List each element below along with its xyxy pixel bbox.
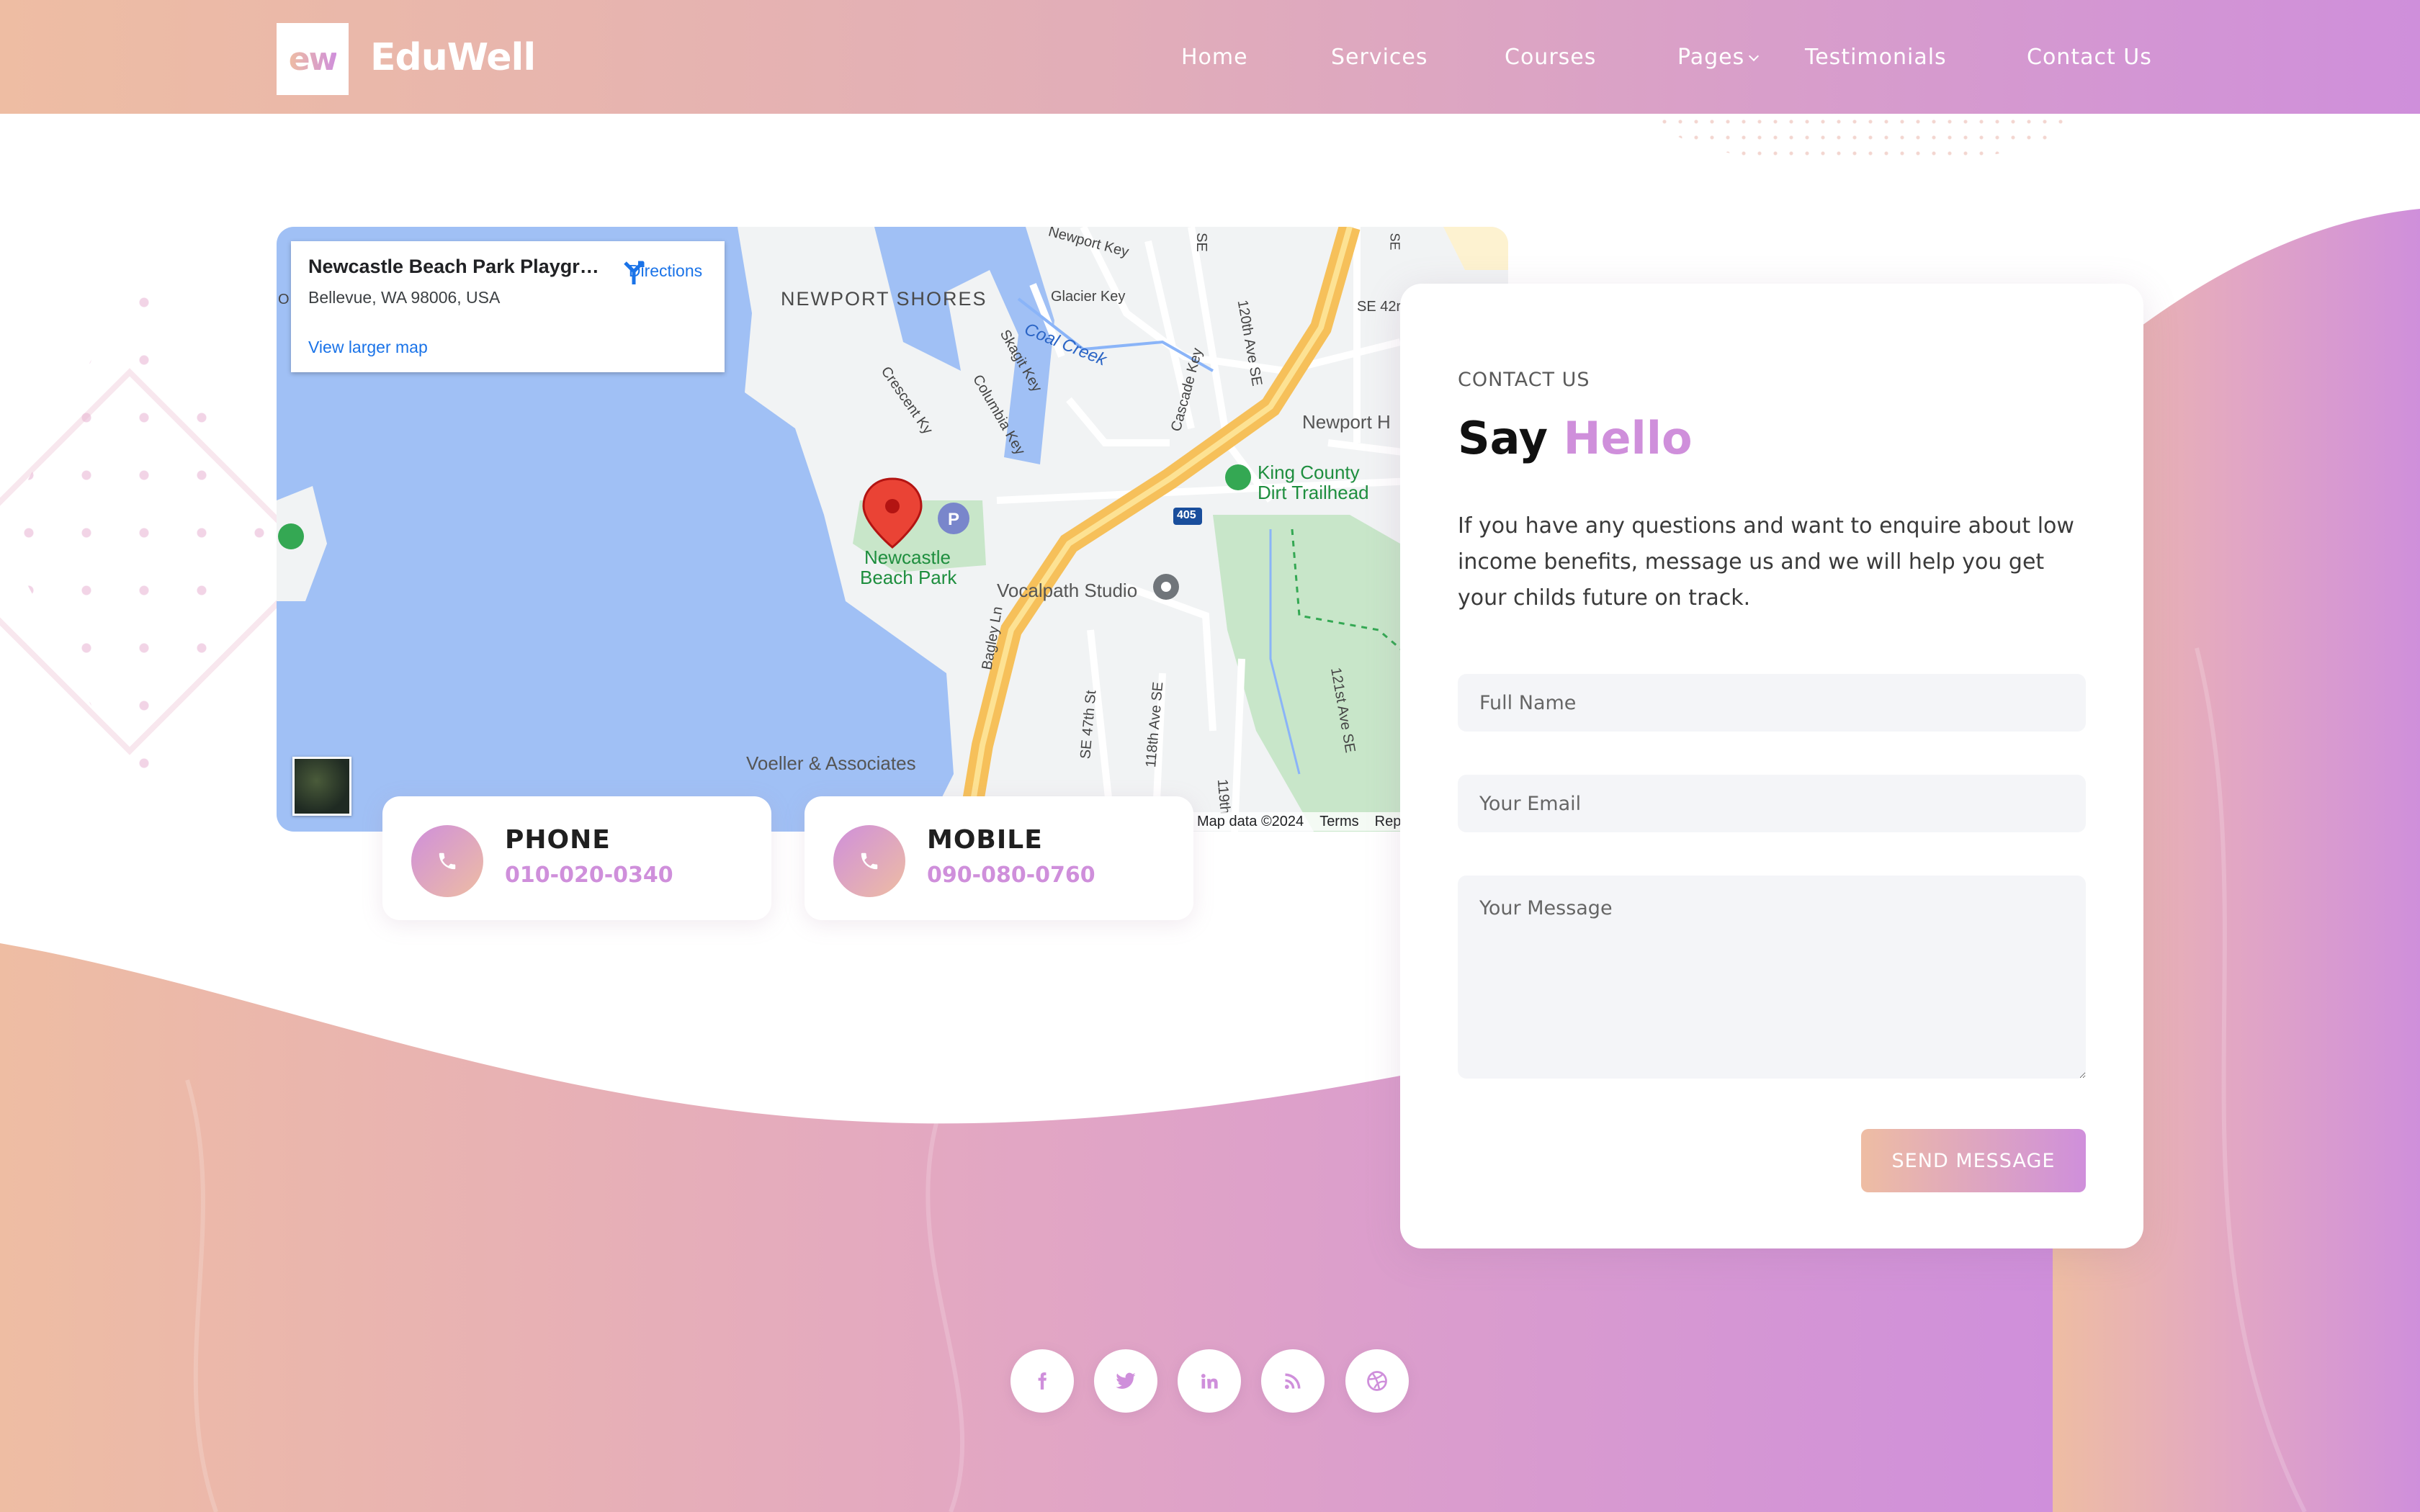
map-label-119th: 119th bbox=[1214, 778, 1233, 815]
contact-heading: Say Hello bbox=[1458, 412, 1693, 464]
map-label-glacier-key: Glacier Key bbox=[1051, 289, 1126, 305]
social-links bbox=[0, 1349, 2420, 1414]
nav-home[interactable]: Home bbox=[1181, 45, 1248, 70]
rss-icon[interactable] bbox=[1261, 1349, 1325, 1413]
mobile-title: MOBILE bbox=[927, 825, 1043, 855]
map-label-se-top: SE bbox=[1193, 233, 1209, 252]
phone-icon bbox=[411, 825, 483, 897]
map-place-card: Newcastle Beach Park Playgr… Bellevue, W… bbox=[291, 241, 725, 372]
satellite-toggle[interactable] bbox=[292, 757, 351, 816]
site-header: ew EduWell Home Services Courses Pages T… bbox=[0, 0, 2420, 114]
heading-plain: Say bbox=[1458, 412, 1548, 464]
nav-services[interactable]: Services bbox=[1331, 45, 1428, 70]
map-label-o-edge: O bbox=[278, 292, 290, 307]
full-name-input[interactable] bbox=[1458, 674, 2086, 732]
map-label-king-county: King County bbox=[1258, 462, 1360, 483]
map-label-se-edge: SE bbox=[1387, 233, 1402, 251]
chevron-down-icon bbox=[1749, 50, 1760, 62]
linkedin-icon[interactable] bbox=[1178, 1349, 1241, 1413]
dribbble-icon[interactable] bbox=[1345, 1349, 1409, 1413]
map-label-newcastle: Newcastle bbox=[864, 546, 951, 568]
svg-text:P: P bbox=[948, 510, 959, 529]
phone-icon bbox=[833, 825, 905, 897]
map-label-vocalpath-studio: Vocalpath Studio bbox=[997, 580, 1138, 601]
email-input[interactable] bbox=[1458, 775, 2086, 832]
map-label-dirt-trailhead: Dirt Trailhead bbox=[1258, 482, 1369, 503]
directions-icon bbox=[624, 261, 645, 284]
send-message-button[interactable]: SEND MESSAGE bbox=[1861, 1129, 2086, 1192]
heading-accent: Hello bbox=[1563, 412, 1693, 464]
phone-number[interactable]: 010-020-0340 bbox=[505, 863, 673, 888]
facebook-icon[interactable] bbox=[1010, 1349, 1074, 1413]
message-textarea[interactable] bbox=[1458, 876, 2086, 1079]
contact-eyebrow: CONTACT US bbox=[1458, 369, 1590, 391]
map-label-highway-405: 405 bbox=[1177, 509, 1196, 521]
map-label-beach-park: Beach Park bbox=[860, 567, 957, 588]
map-label-newport-shores: NEWPORT SHORES bbox=[781, 288, 987, 310]
main-nav: Home Services Courses Pages Testimonials… bbox=[0, 45, 2420, 73]
nav-testimonials[interactable]: Testimonials bbox=[1805, 45, 1947, 70]
view-larger-map-link[interactable]: View larger map bbox=[308, 338, 428, 357]
map-attribution: Map data ©2024 Terms Rep bbox=[1191, 812, 1423, 831]
map-data-text: Map data ©2024 bbox=[1197, 814, 1304, 829]
map-label-newport-h: Newport H bbox=[1302, 411, 1391, 433]
map-place-address: Bellevue, WA 98006, USA bbox=[308, 288, 501, 307]
map-place-name: Newcastle Beach Park Playgr… bbox=[308, 256, 599, 277]
twitter-icon[interactable] bbox=[1094, 1349, 1157, 1413]
phone-title: PHONE bbox=[505, 825, 611, 855]
nav-pages-label: Pages bbox=[1677, 45, 1745, 70]
mobile-card: MOBILE 090-080-0760 bbox=[805, 796, 1193, 920]
directions-button[interactable]: Directions bbox=[619, 257, 712, 284]
nav-contact-us[interactable]: Contact Us bbox=[2027, 45, 2152, 70]
map-label-se-42: SE 42r bbox=[1357, 299, 1402, 315]
contact-blurb: If you have any questions and want to en… bbox=[1458, 513, 2074, 611]
nav-courses[interactable]: Courses bbox=[1505, 45, 1596, 70]
map-terms-link[interactable]: Terms bbox=[1319, 814, 1358, 829]
embedded-map[interactable]: P NEWPORT SHORES Newport Key Glacier Key… bbox=[277, 227, 1508, 832]
mobile-number[interactable]: 090-080-0760 bbox=[927, 863, 1095, 888]
nav-pages[interactable]: Pages bbox=[1677, 45, 1760, 70]
map-report-link[interactable]: Rep bbox=[1375, 814, 1402, 829]
contact-form-card: CONTACT US Say Hello If you have any que… bbox=[1400, 284, 2143, 1248]
map-label-voeller: Voeller & Associates bbox=[746, 752, 916, 774]
phone-card: PHONE 010-020-0340 bbox=[382, 796, 771, 920]
